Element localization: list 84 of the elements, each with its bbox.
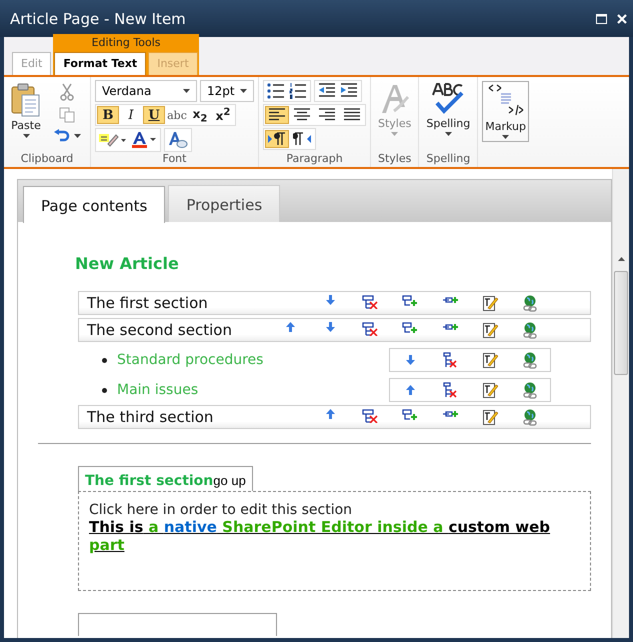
up-arrow-icon[interactable] <box>406 385 414 395</box>
font-size-dropdown[interactable]: 12pt <box>200 80 254 102</box>
down-arrow-icon[interactable] <box>326 294 334 304</box>
dropdown-caret-icon[interactable] <box>74 134 80 138</box>
spell-check-icon <box>432 83 464 115</box>
format-button[interactable]: x$^{2}$ <box>212 106 234 124</box>
dropdown-caret-icon <box>22 134 30 138</box>
scrollbar-thumb[interactable] <box>614 271 628 375</box>
text-direction-button[interactable] <box>265 130 289 148</box>
edit-icon[interactable] <box>482 352 498 368</box>
scissors-icon[interactable] <box>60 83 74 101</box>
ribbon-tab[interactable]: Format Text <box>54 52 146 75</box>
delete-icon[interactable] <box>362 408 378 422</box>
delete-icon[interactable] <box>362 322 378 336</box>
format-button[interactable]: abc <box>166 106 188 124</box>
globe-link-icon[interactable] <box>522 352 538 368</box>
section-title[interactable]: The first section <box>87 294 310 312</box>
close-icon[interactable] <box>617 14 627 24</box>
delete-icon[interactable] <box>362 294 378 308</box>
group-label: Font <box>162 152 188 167</box>
up-arrow-icon[interactable] <box>326 408 334 418</box>
delete-icon[interactable] <box>443 382 457 398</box>
maximize-icon[interactable] <box>596 14 607 24</box>
edit-icon[interactable] <box>482 382 498 398</box>
globe-link-icon[interactable] <box>522 382 538 398</box>
down-arrow-icon[interactable] <box>406 355 414 365</box>
down-arrow-icon[interactable] <box>326 322 334 332</box>
dropdown-caret-icon <box>183 89 190 93</box>
delete-icon[interactable] <box>443 352 457 368</box>
globe-link-icon[interactable] <box>522 322 538 338</box>
increase-indent-icon[interactable] <box>340 83 358 99</box>
group-label: Clipboard <box>20 152 74 167</box>
scrollbar[interactable] <box>612 169 629 638</box>
format-button[interactable]: I <box>120 106 142 124</box>
article-title: New Article <box>75 254 180 273</box>
page-tab[interactable]: Page contents <box>23 186 166 223</box>
edit-icon[interactable] <box>482 322 498 338</box>
section-title[interactable]: The third section <box>87 408 310 426</box>
numbered-list-icon[interactable] <box>289 83 307 99</box>
edit-icon[interactable] <box>482 408 498 424</box>
up-arrow-icon[interactable] <box>286 322 294 332</box>
undo-icon[interactable] <box>54 129 70 143</box>
dropdown-caret-icon <box>240 89 247 93</box>
paste-button[interactable]: Paste <box>8 79 44 152</box>
font-family-dropdown[interactable]: Verdana <box>95 80 197 102</box>
align-button[interactable] <box>265 106 289 124</box>
page-tab[interactable]: Properties <box>168 185 280 222</box>
add-item-icon[interactable] <box>402 408 418 420</box>
decrease-indent-icon[interactable] <box>318 83 336 99</box>
dropdown-caret-icon <box>391 132 398 136</box>
clear-formatting-icon[interactable] <box>168 131 188 149</box>
add-item-icon[interactable] <box>402 322 418 334</box>
editor-hint: Click here in order to edit this section <box>89 502 354 518</box>
group-label: Paragraph <box>285 152 344 167</box>
rich-text-editor[interactable]: Click here in order to edit this section This is a native SharePoint Editor inside a custom web part <box>78 491 591 591</box>
group-label: Spelling <box>425 152 472 167</box>
text-direction-button[interactable] <box>290 130 314 148</box>
add-item-icon[interactable] <box>402 294 418 306</box>
format-button[interactable]: U <box>143 106 165 124</box>
highlight-icon[interactable] <box>99 132 127 148</box>
section-title[interactable]: The second section <box>87 321 270 339</box>
globe-link-icon[interactable] <box>522 294 538 312</box>
section-heading: The first section <box>85 473 214 489</box>
format-button[interactable]: B <box>97 106 119 124</box>
contextual-group-label: Editing Tools <box>90 35 162 51</box>
markup-icon <box>486 84 525 118</box>
edit-icon[interactable] <box>482 294 498 310</box>
clipboard-icon <box>11 83 41 117</box>
scroll-up-icon[interactable] <box>618 257 624 261</box>
styles-icon <box>380 83 410 115</box>
bullet-icon <box>102 358 107 362</box>
bulleted-list-icon[interactable] <box>267 83 285 99</box>
spelling-button[interactable]: Spelling <box>423 79 474 152</box>
font-color-icon[interactable] <box>131 131 157 149</box>
group-label: Styles <box>377 152 412 167</box>
window-title: Article Page - New Item <box>10 10 187 28</box>
go-up-link[interactable]: go up <box>213 473 246 488</box>
globe-link-icon[interactable] <box>522 408 538 426</box>
dropdown-caret-icon <box>444 132 452 136</box>
dropdown-caret-icon <box>502 135 510 139</box>
markup-button[interactable]: Markup <box>482 81 529 142</box>
editor-text: This is a native SharePoint Editor inside a custom web part <box>89 518 552 554</box>
bullet-icon <box>102 388 107 392</box>
format-button[interactable]: x$_{2}$ <box>189 106 211 124</box>
